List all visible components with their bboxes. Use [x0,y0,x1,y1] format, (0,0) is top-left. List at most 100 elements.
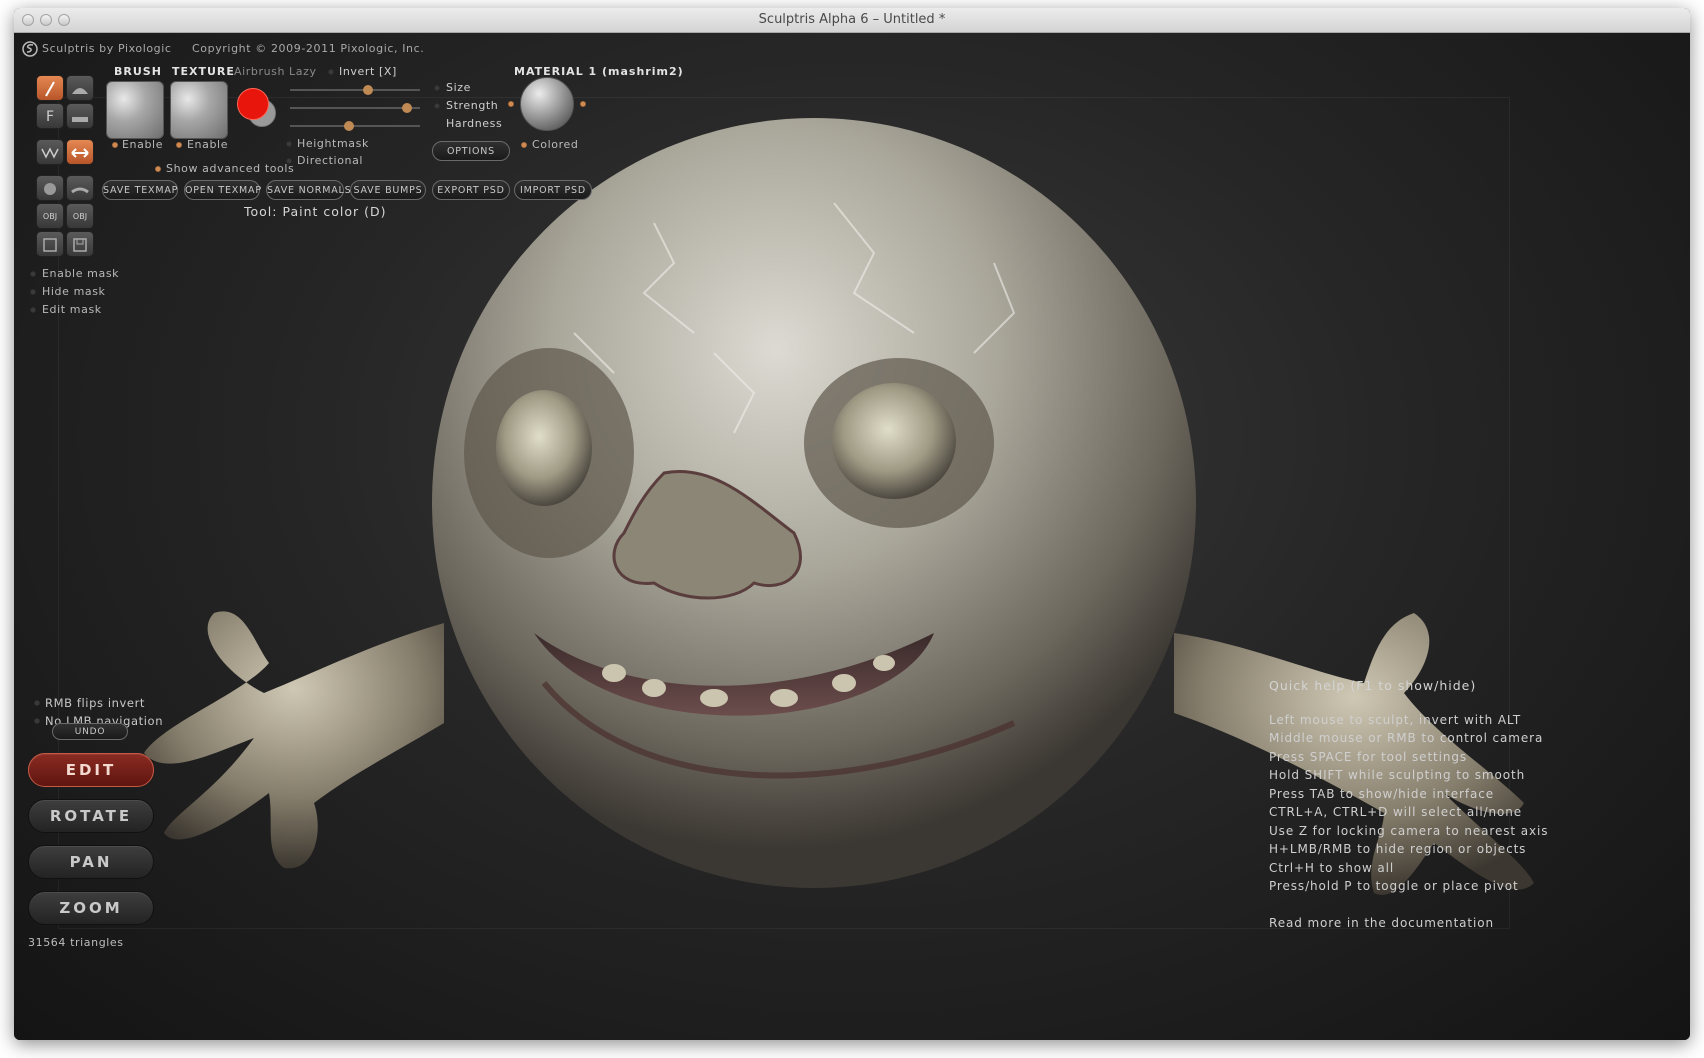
grab-icon [71,148,89,158]
left-arm [144,611,444,869]
directional-toggle[interactable] [286,158,292,164]
size-slider[interactable] [290,89,420,91]
rmb-flips-toggle[interactable] [34,700,40,706]
no-lmb-toggle[interactable] [34,718,40,724]
app-window: Sculptris Alpha 6 – Untitled * Sculptris… [14,8,1690,1040]
save-normals-button[interactable]: SAVE NORMALS [266,180,351,200]
paint-brush-icon [45,81,55,97]
sculptris-logo-icon [22,41,38,57]
documentation-link[interactable]: Read more in the documentation [1269,916,1494,930]
hardness-slider-knob[interactable] [343,121,354,131]
brush-enable-label: Enable [122,138,164,151]
quick-help-line: CTRL+A, CTRL+D will select all/none [1269,805,1523,819]
strength-label: Strength [446,99,499,112]
show-advanced-label: Show advanced tools [166,162,295,175]
directional-label: Directional [297,154,364,167]
enable-mask-label: Enable mask [42,267,120,280]
colored-toggle[interactable] [521,142,527,148]
new-sphere-tool[interactable] [36,175,64,201]
load-icon [73,238,87,252]
open-texmap-button[interactable]: OPEN TEXMAP [184,180,261,200]
paint-brush-tool[interactable] [36,75,64,101]
quick-help-line: Middle mouse or RMB to control camera [1269,731,1544,745]
quick-help-line: Press/hold P to toggle or place pivot [1269,879,1519,893]
brush-header: BRUSH [114,65,162,78]
size-pressure-toggle[interactable] [434,85,440,91]
obj-export-icon: OBJ [72,212,88,221]
brush-alpha-thumbnail[interactable] [106,81,164,139]
f-icon: F [45,109,55,125]
tool-status: Tool: Paint color (D) [244,204,387,219]
sphere-icon [44,183,56,195]
show-advanced-toggle[interactable] [155,166,161,172]
hardness-slider[interactable] [290,125,420,127]
material-prev-icon[interactable] [508,101,514,107]
material-sphere-preview[interactable] [520,77,574,131]
size-slider-knob[interactable] [363,85,373,95]
hide-mask-label: Hide mask [42,285,106,298]
enable-mask-toggle[interactable] [30,271,36,277]
invert-toggle[interactable] [328,69,334,75]
grab-tool[interactable] [66,139,94,165]
pan-mode-button[interactable]: PAN [28,845,154,879]
title-bar: Sculptris Alpha 6 – Untitled * [14,8,1690,33]
draw-icon [41,147,59,159]
quick-help-line: Press TAB to show/hide interface [1269,787,1495,801]
edit-mask-toggle[interactable] [30,307,36,313]
rmb-flips-label: RMB flips invert [45,696,146,710]
import-psd-button[interactable]: IMPORT PSD [514,180,592,200]
quick-help-line: H+LMB/RMB to hide region or objects [1269,842,1527,856]
quick-help-line: Ctrl+H to show all [1269,861,1395,875]
strength-slider-knob[interactable] [402,103,412,113]
left-eye [496,390,592,506]
sculpt-icon [72,88,88,94]
export-obj-button[interactable]: OBJ [66,203,94,229]
lazy-label[interactable]: Lazy [289,65,317,78]
quick-help-line: Use Z for locking camera to nearest axis [1269,824,1549,838]
app-title: Sculptris by Pixologic [42,42,172,55]
invert-label: Invert [X] [339,65,397,78]
options-button[interactable]: OPTIONS [432,141,510,161]
colored-label: Colored [532,138,579,151]
quick-help-line: Press SPACE for tool settings [1269,750,1468,764]
import-obj-button[interactable]: OBJ [36,203,64,229]
plane-icon [71,187,89,194]
rotate-mode-button[interactable]: ROTATE [28,799,154,833]
draw-tool[interactable] [36,139,64,165]
quick-help-line: Hold SHIFT while sculpting to smooth [1269,768,1526,782]
heightmask-toggle[interactable] [286,141,292,147]
airbrush-label[interactable]: Airbrush [234,65,285,78]
save-bumps-button[interactable]: SAVE BUMPS [350,180,426,200]
open-file-button[interactable] [66,231,94,257]
save-icon [43,238,57,252]
flatten-tool[interactable] [66,103,94,129]
copyright-text: Copyright © 2009-2011 Pixologic, Inc. [192,42,425,55]
sculpt-viewport[interactable]: Sculptris by Pixologic Copyright © 2009-… [14,33,1690,1040]
window-title: Sculptris Alpha 6 – Untitled * [758,12,946,27]
triangle-count: 31564 triangles [28,936,124,949]
zoom-mode-button[interactable]: ZOOM [28,891,154,925]
edit-mask-label: Edit mask [42,303,102,316]
size-label: Size [446,81,471,94]
material-header: MATERIAL 1 (mashrim2) [514,65,684,78]
save-file-button[interactable] [36,231,64,257]
brush-enable-toggle[interactable] [112,142,118,148]
strength-pressure-toggle[interactable] [434,103,440,109]
flatten-icon [72,117,88,122]
strength-slider[interactable] [290,107,420,109]
export-psd-button[interactable]: EXPORT PSD [432,180,510,200]
quick-help-line: Left mouse to sculpt, invert with ALT [1269,713,1522,727]
texture-enable-toggle[interactable] [176,142,182,148]
sculpt-tool[interactable] [66,75,94,101]
edit-mode-button[interactable]: EDIT [28,753,154,787]
hardness-label: Hardness [446,117,503,130]
texture-thumbnail[interactable] [170,81,228,139]
undo-button[interactable]: UNDO [52,723,128,740]
flatten-f-tool[interactable]: F [36,103,64,129]
material-next-icon[interactable] [580,101,586,107]
save-texmap-button[interactable]: SAVE TEXMAP [102,180,178,200]
hide-mask-toggle[interactable] [30,289,36,295]
texture-header: TEXTURE [172,65,235,78]
new-plane-tool[interactable] [66,175,94,201]
primary-color-swatch[interactable] [237,88,269,120]
